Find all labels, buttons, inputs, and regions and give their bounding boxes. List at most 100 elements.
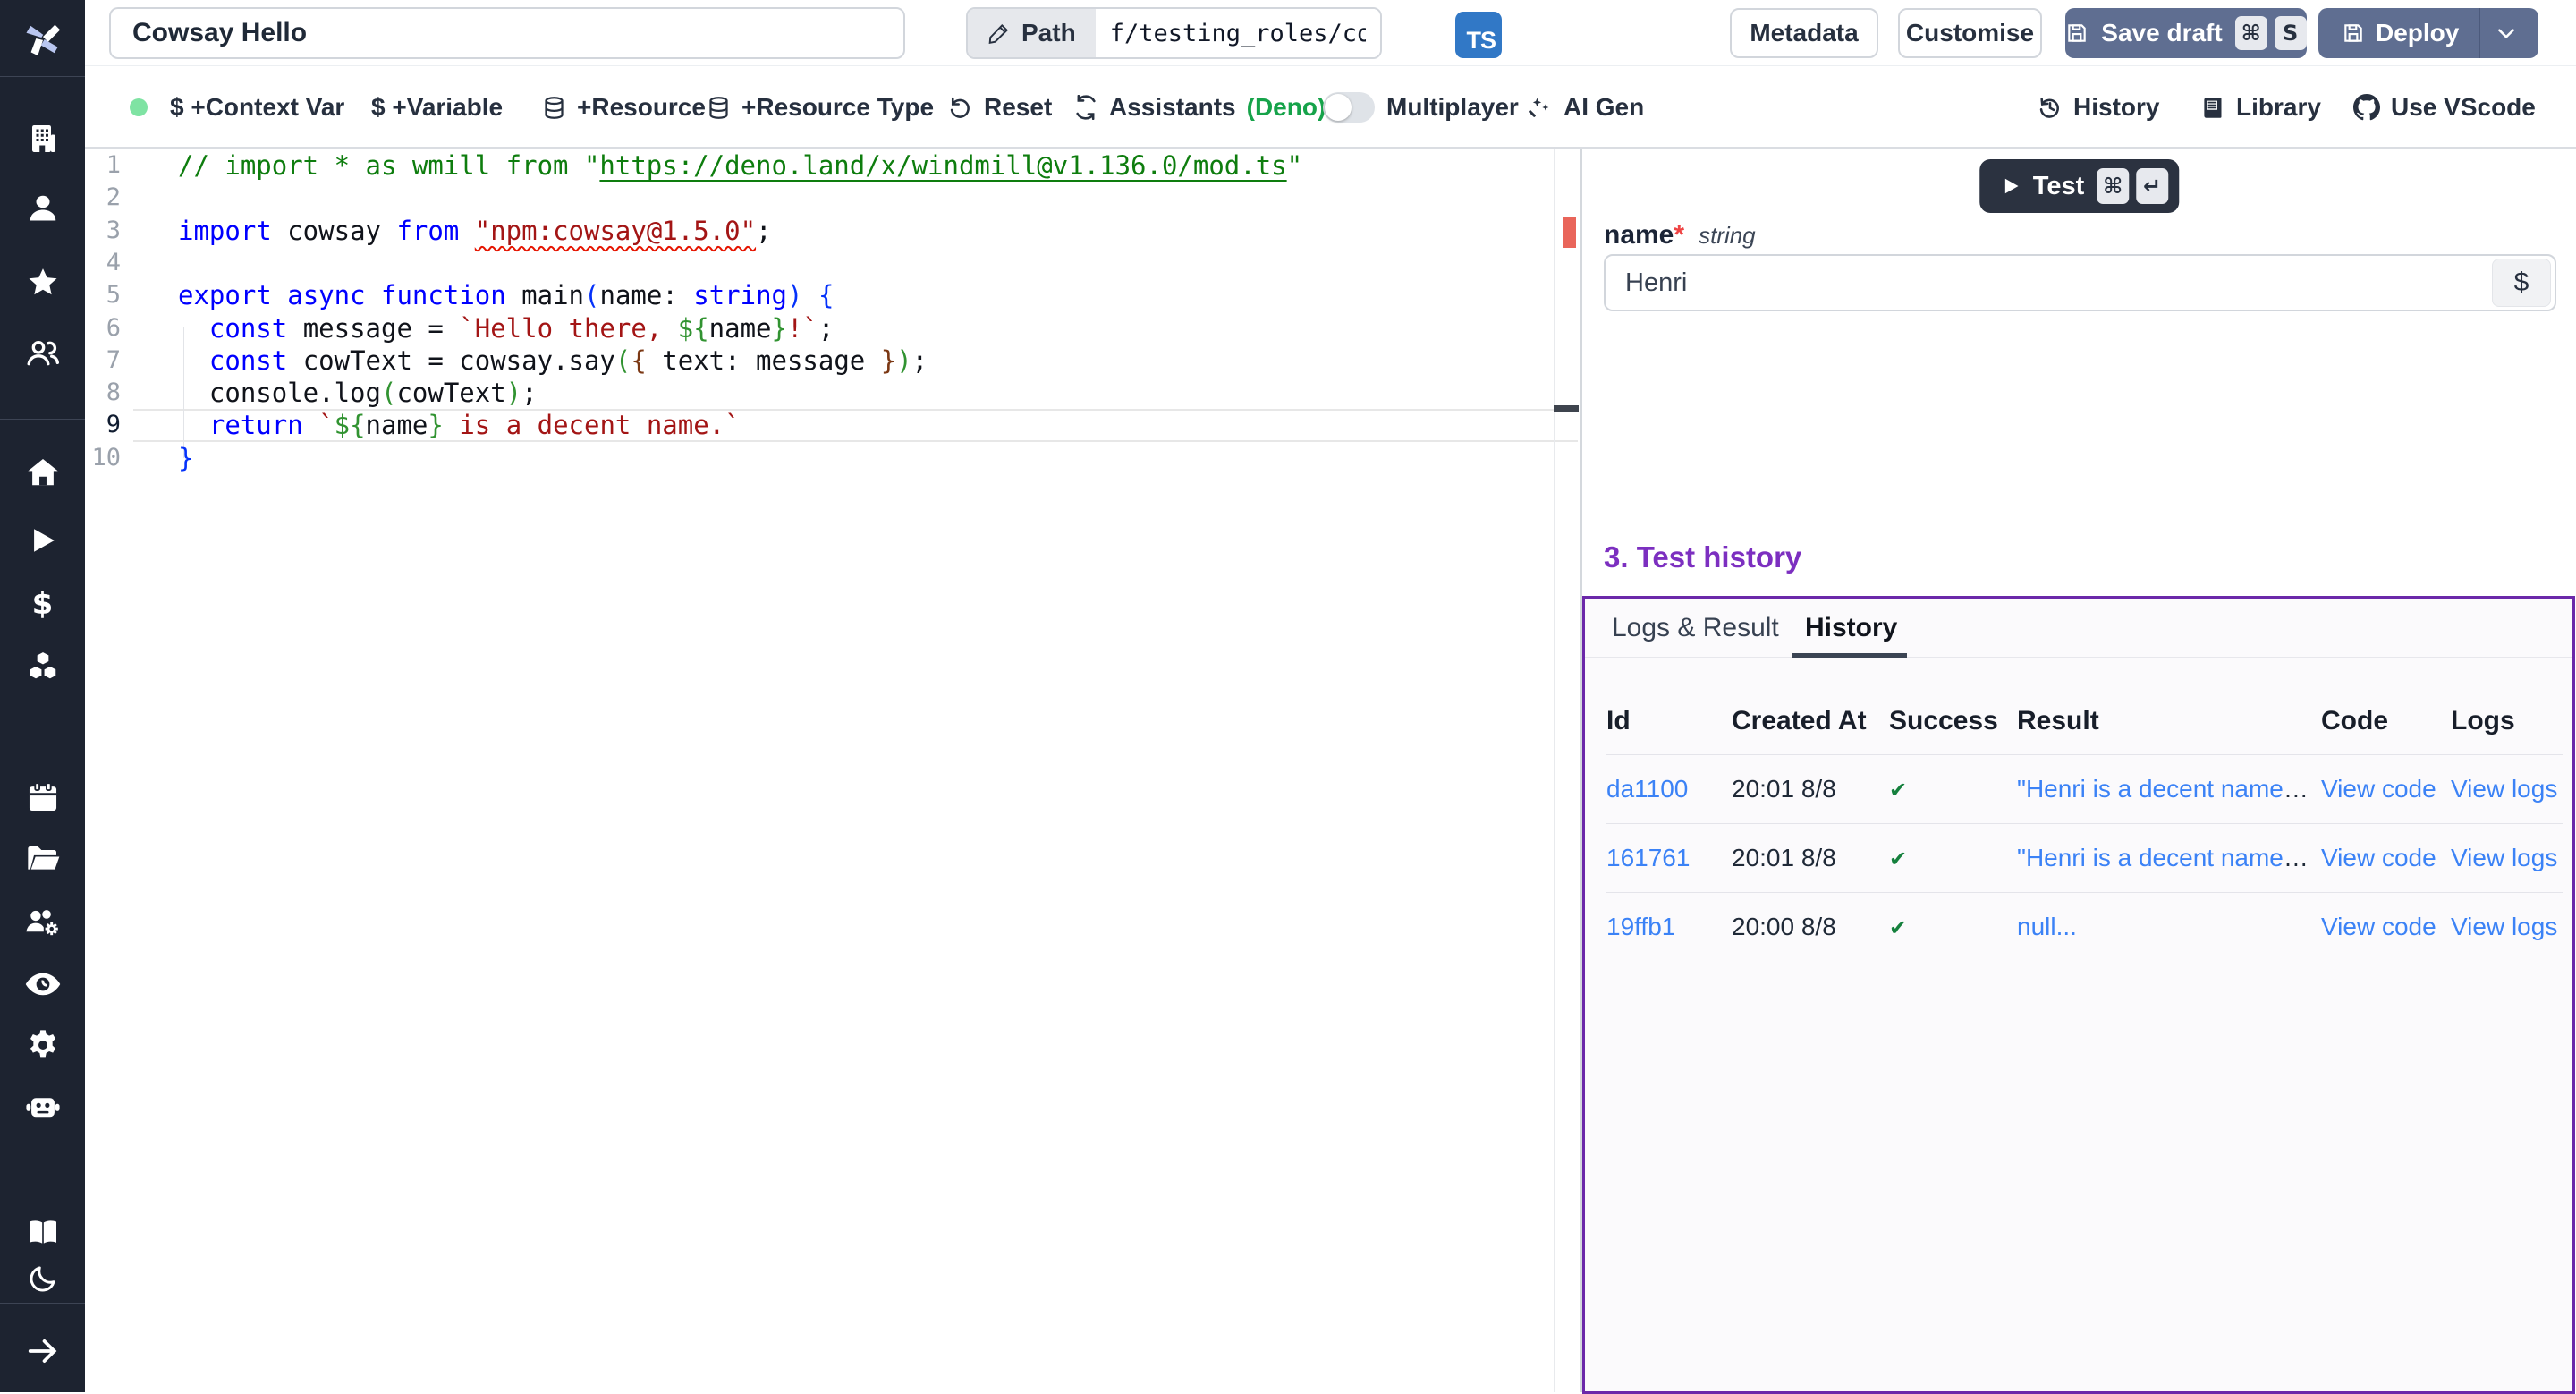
result-cell[interactable]: "Henri is a decent name"... (2017, 844, 2321, 872)
id-cell[interactable]: 161761 (1606, 844, 1732, 872)
history-label: History (2073, 93, 2159, 122)
eye-icon (24, 965, 62, 1003)
logs-cell[interactable]: View logs (2451, 844, 2563, 872)
typescript-badge: TS (1455, 12, 1502, 58)
code-line[interactable]: console.log(cowText); (178, 377, 538, 409)
logs-cell[interactable]: View logs (2451, 913, 2563, 941)
metadata-button[interactable]: Metadata (1730, 8, 1878, 58)
run-id-link[interactable]: 19ffb1 (1606, 913, 1675, 940)
path-edit-button[interactable]: Path (968, 9, 1096, 57)
status-dot (130, 98, 148, 116)
sidebar-item-runs[interactable] (0, 521, 85, 560)
path-input[interactable] (1096, 9, 1380, 57)
arg-name: name (1604, 220, 1674, 250)
insert-variable-button[interactable]: $ (2492, 259, 2551, 307)
windmill-logo[interactable] (0, 0, 85, 77)
code-line[interactable]: return `${name} is a decent name.` (178, 409, 741, 441)
dark-mode-toggle[interactable] (0, 1259, 85, 1298)
result-cell[interactable]: "Henri is a decent name."... (2017, 775, 2321, 803)
sidebar-item-home[interactable] (0, 453, 85, 492)
result-link[interactable]: "Henri is a decent name"... (2017, 844, 2313, 871)
ai-gen-button[interactable]: AI Gen (1528, 66, 1644, 149)
sidebar-item-groups[interactable] (0, 902, 85, 941)
add-variable-button[interactable]: $ +Variable (371, 66, 503, 149)
line-number: 5 (85, 279, 121, 311)
arg-name-label: name*string (1604, 220, 1756, 251)
history-button[interactable]: History (2038, 66, 2159, 149)
view-logs-link[interactable]: View logs (2451, 913, 2557, 940)
arg-value-input[interactable] (1606, 268, 2492, 298)
deploy-button[interactable]: Deploy (2318, 8, 2538, 58)
code-line[interactable]: const message = `Hello there, ${name}!`; (178, 312, 834, 344)
save-draft-button[interactable]: Save draft ⌘ S (2065, 8, 2307, 58)
id-cell[interactable]: da1100 (1606, 775, 1732, 803)
use-vscode-button[interactable]: Use VScode (2353, 66, 2536, 149)
tab-logs-result[interactable]: Logs & Result (1612, 599, 1779, 658)
toggle-switch[interactable] (1323, 92, 1375, 123)
line-number: 8 (85, 377, 121, 409)
sidebar-item-members[interactable] (0, 334, 85, 373)
chevron-down-icon[interactable] (2495, 21, 2518, 45)
library-button[interactable]: Library (2201, 66, 2321, 149)
code-line[interactable]: // import * as wmill from "https://deno.… (178, 149, 1302, 182)
logs-cell[interactable]: View logs (2451, 775, 2563, 803)
multiplayer-toggle[interactable] (1323, 66, 1375, 149)
history-clock-icon (2038, 95, 2063, 120)
resource-type-label: +Resource Type (741, 93, 934, 122)
table-body: da110020:01 8/8✔"Henri is a decent name.… (1606, 754, 2563, 961)
sidebar-item-docs[interactable] (0, 1213, 85, 1253)
save-icon (2065, 21, 2089, 45)
star-icon (26, 266, 60, 300)
customise-button[interactable]: Customise (1898, 8, 2042, 58)
code-cell[interactable]: View code (2321, 913, 2451, 941)
play-icon (28, 525, 58, 556)
script-title-input[interactable] (109, 7, 905, 59)
sidebar-item-workers[interactable] (0, 1087, 85, 1126)
sidebar-item-resources[interactable] (0, 646, 85, 685)
sidebar-item-schedules[interactable] (0, 778, 85, 817)
sidebar-item-settings[interactable] (0, 1025, 85, 1065)
dollar-icon: $ (32, 589, 54, 619)
code-line[interactable]: } (178, 442, 193, 474)
sidebar-item-favorites[interactable] (0, 263, 85, 302)
code-editor[interactable]: 12345678910 // import * as wmill from "h… (85, 149, 1580, 1392)
reset-button[interactable]: Reset (948, 66, 1052, 149)
code-cell[interactable]: View code (2321, 775, 2451, 803)
reset-label: Reset (984, 93, 1052, 122)
gear-icon (25, 1027, 61, 1063)
sidebar-item-user[interactable] (0, 189, 85, 228)
groups-gear-icon (24, 903, 62, 940)
test-button[interactable]: Test ⌘ ↵ (1979, 159, 2179, 213)
add-context-var-button[interactable]: $ +Context Var (170, 66, 344, 149)
assistants-button[interactable]: Assistants (Deno) (1073, 66, 1326, 149)
run-id-link[interactable]: da1100 (1606, 775, 1688, 803)
sidebar-item-workspace[interactable] (0, 119, 85, 158)
test-label: Test (2033, 172, 2084, 201)
sidebar-item-audit-logs[interactable] (0, 965, 85, 1004)
table-row: da110020:01 8/8✔"Henri is a decent name.… (1606, 754, 2563, 823)
view-logs-link[interactable]: View logs (2451, 775, 2557, 803)
view-code-link[interactable]: View code (2321, 775, 2436, 803)
result-cell[interactable]: null... (2017, 913, 2321, 941)
view-logs-link[interactable]: View logs (2451, 844, 2557, 871)
play-icon (2001, 176, 2021, 196)
line-number: 9 (85, 409, 121, 441)
add-resource-button[interactable]: +Resource (542, 66, 706, 149)
code-line[interactable]: const cowText = cowsay.say({ text: messa… (178, 344, 928, 377)
view-code-link[interactable]: View code (2321, 844, 2436, 871)
add-resource-type-button[interactable]: +Resource Type (707, 66, 934, 149)
sidebar-item-variables[interactable]: $ (0, 584, 85, 624)
code-line[interactable]: export async function main(name: string)… (178, 279, 834, 311)
code-cell[interactable]: View code (2321, 844, 2451, 872)
line-number: 3 (85, 215, 121, 247)
run-id-link[interactable]: 161761 (1606, 844, 1690, 871)
tab-history[interactable]: History (1805, 599, 1897, 658)
id-cell[interactable]: 19ffb1 (1606, 913, 1732, 941)
sidebar-collapse-button[interactable] (0, 1331, 85, 1371)
active-tab-underline (1792, 653, 1907, 658)
view-code-link[interactable]: View code (2321, 913, 2436, 940)
code-line[interactable]: import cowsay from "npm:cowsay@1.5.0"; (178, 215, 772, 247)
sidebar-item-folders[interactable] (0, 839, 85, 879)
result-link[interactable]: "Henri is a decent name."... (2017, 775, 2320, 803)
result-link[interactable]: null... (2017, 913, 2077, 940)
